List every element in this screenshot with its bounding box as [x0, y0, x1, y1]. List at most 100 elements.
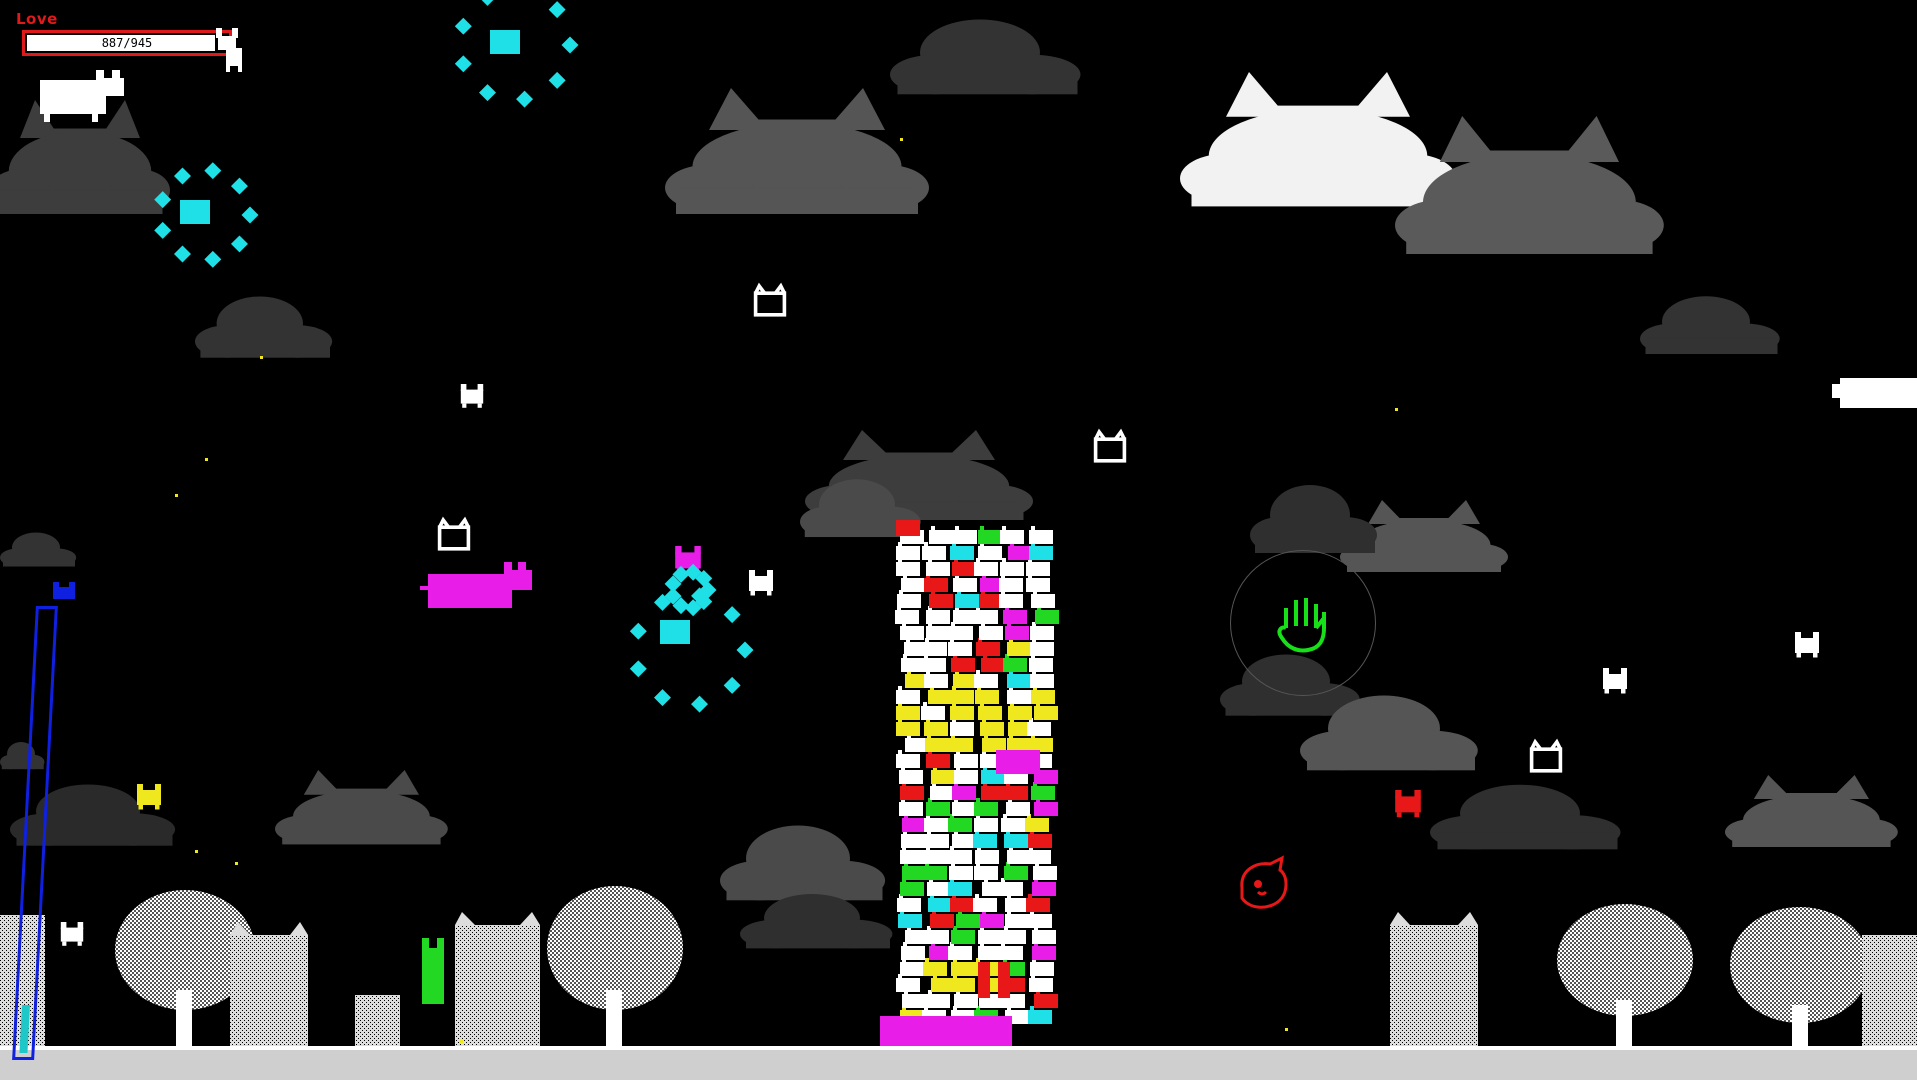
tower-cat[interactable] — [1028, 914, 1052, 928]
falling-cat[interactable] — [437, 518, 471, 551]
tower-cat[interactable] — [948, 882, 972, 896]
tower-cat[interactable] — [896, 754, 920, 768]
tower-cat[interactable] — [1030, 962, 1054, 976]
tower-cat[interactable] — [954, 770, 978, 784]
tower-red-cat[interactable] — [998, 962, 1010, 998]
tower-cat[interactable] — [1026, 562, 1050, 576]
tower-cat[interactable] — [900, 786, 924, 800]
tower-cat[interactable] — [949, 738, 973, 752]
tower-cat[interactable] — [952, 786, 976, 800]
tower-cat[interactable] — [1004, 834, 1028, 848]
tower-cat[interactable] — [981, 786, 1005, 800]
tower-cat[interactable] — [979, 626, 1003, 640]
tower-cat[interactable] — [999, 578, 1023, 592]
tower-cat[interactable] — [951, 962, 975, 976]
tower-cat[interactable] — [926, 626, 950, 640]
tower-base-cat[interactable] — [956, 1016, 1012, 1048]
tower-cat[interactable] — [925, 930, 949, 944]
tower-cat[interactable] — [1026, 898, 1050, 912]
tower-cat[interactable] — [1005, 898, 1029, 912]
tower-cat[interactable] — [951, 978, 975, 992]
tower-cat[interactable] — [925, 834, 949, 848]
tower-cat[interactable] — [953, 610, 977, 624]
tower-cat[interactable] — [949, 866, 973, 880]
tower-cat[interactable] — [1029, 658, 1053, 672]
tower-cat[interactable] — [926, 754, 950, 768]
tower-cat[interactable] — [902, 818, 926, 832]
tower-top-cat[interactable] — [896, 520, 920, 536]
tower-cat[interactable] — [929, 594, 953, 608]
tower-cat[interactable] — [922, 546, 946, 560]
tower-cat[interactable] — [926, 802, 950, 816]
tower-cat[interactable] — [948, 946, 972, 960]
red-ghost-cat[interactable] — [1240, 855, 1288, 909]
tower-cat[interactable] — [901, 834, 925, 848]
tower-cat[interactable] — [1034, 802, 1058, 816]
tower-cat[interactable] — [975, 850, 999, 864]
tower-cat[interactable] — [924, 578, 948, 592]
falling-cat-red[interactable] — [1395, 790, 1421, 818]
cyan-cat[interactable] — [660, 620, 690, 644]
tower-cat[interactable] — [930, 914, 954, 928]
tower-cat[interactable] — [974, 866, 998, 880]
game-scene[interactable] — [0, 0, 1917, 1080]
falling-cat[interactable] — [1795, 632, 1819, 658]
tower-cat[interactable] — [896, 706, 920, 720]
tower-cat[interactable] — [976, 642, 1000, 656]
tower-cat[interactable] — [980, 914, 1004, 928]
tower-cat[interactable] — [926, 562, 950, 576]
falling-cat[interactable] — [1603, 668, 1627, 694]
tower-cat[interactable] — [925, 738, 949, 752]
falling-cat[interactable] — [460, 384, 484, 408]
tower-cat[interactable] — [999, 882, 1023, 896]
tower-cat[interactable] — [999, 594, 1023, 608]
tower-cat[interactable] — [1029, 738, 1053, 752]
tower-cat[interactable] — [1002, 930, 1026, 944]
tower-cat[interactable] — [1007, 642, 1031, 656]
tower-cat[interactable] — [955, 594, 979, 608]
tower-cat[interactable] — [1029, 530, 1053, 544]
tower-cat[interactable] — [902, 866, 926, 880]
tower-cat[interactable] — [924, 818, 948, 832]
tower-cat[interactable] — [950, 546, 974, 560]
tower-cat[interactable] — [1034, 994, 1058, 1008]
tower-cat[interactable] — [1030, 674, 1054, 688]
tower-cat[interactable] — [1031, 594, 1055, 608]
tower-cat[interactable] — [948, 850, 972, 864]
tower-cat[interactable] — [974, 802, 998, 816]
tower-cat[interactable] — [956, 914, 980, 928]
tower-cat[interactable] — [948, 818, 972, 832]
tower-cat[interactable] — [896, 546, 920, 560]
tower-cat[interactable] — [978, 530, 1002, 544]
cyan-cat[interactable] — [490, 30, 520, 54]
falling-cat[interactable] — [1529, 740, 1563, 773]
tower-cat[interactable] — [897, 898, 921, 912]
tower-cat[interactable] — [923, 866, 947, 880]
tower-red-cat[interactable] — [978, 962, 990, 998]
tower-cat[interactable] — [953, 578, 977, 592]
tower-cat[interactable] — [902, 994, 926, 1008]
tower-cat[interactable] — [922, 658, 946, 672]
tower-cat[interactable] — [1007, 738, 1031, 752]
tower-cat[interactable] — [950, 722, 974, 736]
tower-cat[interactable] — [950, 898, 974, 912]
tower-cat[interactable] — [1027, 722, 1051, 736]
tower-cat[interactable] — [978, 546, 1002, 560]
tower-cat[interactable] — [951, 658, 975, 672]
cat-tower[interactable] — [880, 520, 1059, 1048]
tower-cat[interactable] — [1001, 818, 1025, 832]
falling-cat[interactable] — [749, 570, 773, 596]
tower-cat[interactable] — [1003, 610, 1027, 624]
tower-cat[interactable] — [1032, 930, 1056, 944]
tower-cat[interactable] — [897, 594, 921, 608]
tower-cat[interactable] — [1006, 802, 1030, 816]
tower-cat[interactable] — [948, 642, 972, 656]
tower-cat[interactable] — [895, 610, 919, 624]
tower-cat[interactable] — [924, 674, 948, 688]
tower-cat[interactable] — [921, 706, 945, 720]
tower-cat[interactable] — [953, 530, 977, 544]
grab-cursor[interactable] — [1230, 550, 1376, 696]
tower-cat[interactable] — [1005, 914, 1029, 928]
tower-cat[interactable] — [1030, 626, 1054, 640]
tower-cat[interactable] — [1030, 642, 1054, 656]
